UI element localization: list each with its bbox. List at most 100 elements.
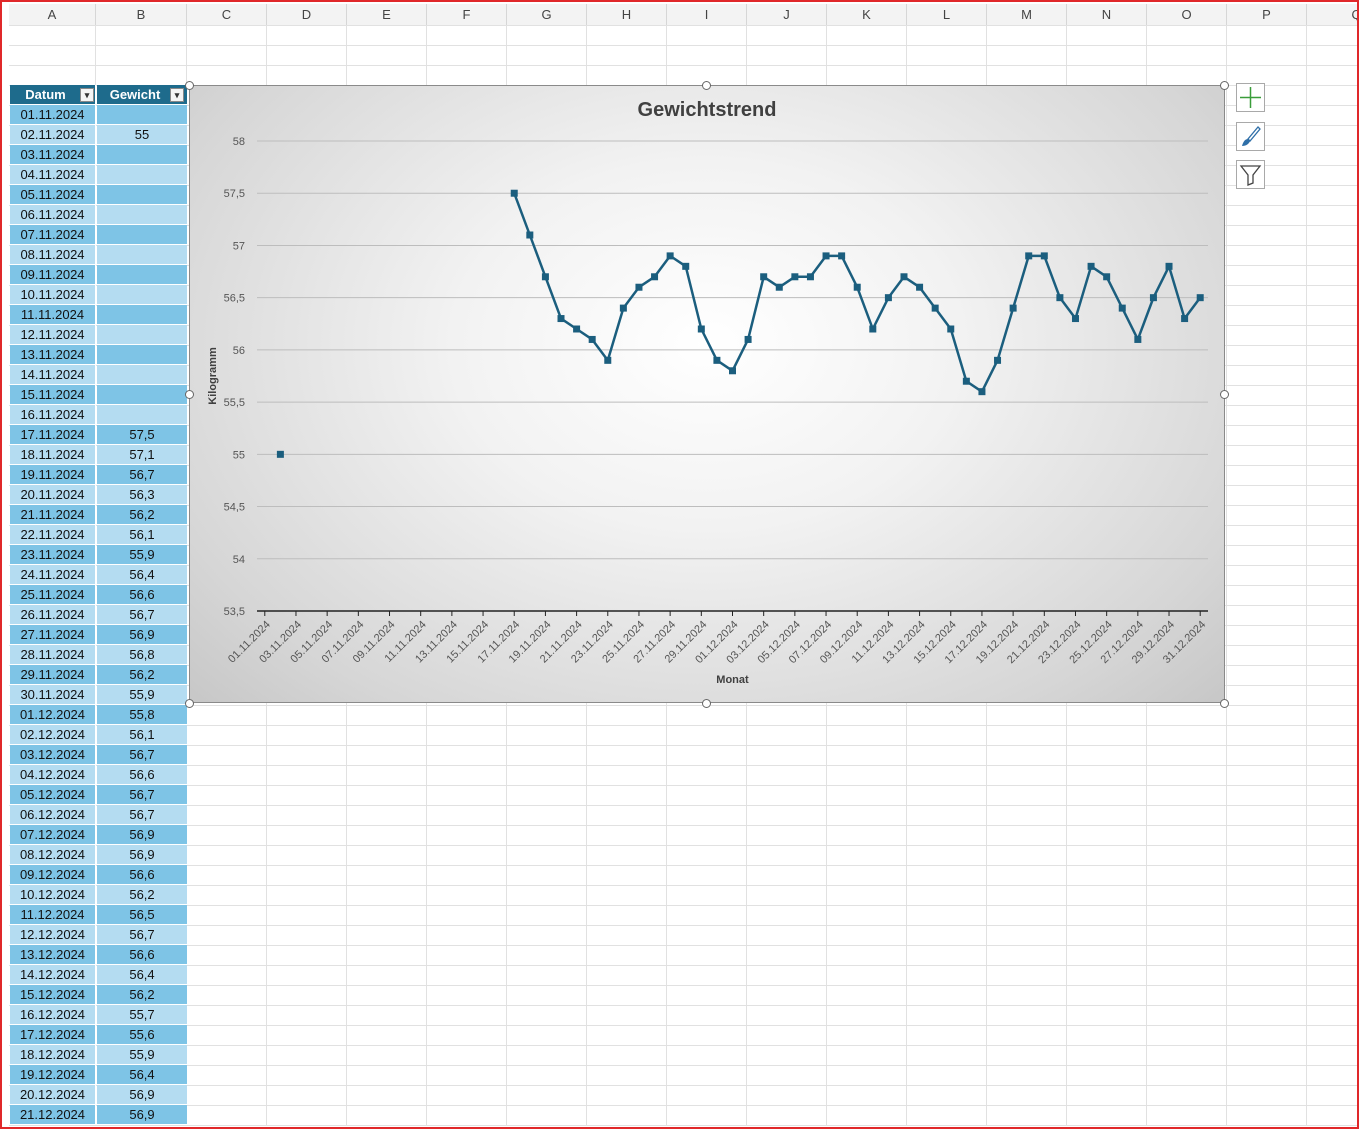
column-header-n[interactable]: N [1067,4,1147,25]
cell-datum[interactable]: 15.11.2024 [10,385,96,405]
cell-datum[interactable]: 01.12.2024 [10,705,96,725]
cell-gewicht[interactable]: 56,6 [97,865,187,885]
cell-gewicht[interactable]: 56,2 [97,505,187,525]
cell-datum[interactable]: 22.11.2024 [10,525,96,545]
cell-datum[interactable]: 01.11.2024 [10,105,96,125]
cell-datum[interactable]: 09.12.2024 [10,865,96,885]
column-header-a[interactable]: A [9,4,96,25]
cell-datum[interactable]: 10.12.2024 [10,885,96,905]
cell-gewicht[interactable] [97,185,187,205]
cell-gewicht[interactable]: 56,4 [97,965,187,985]
cell-datum[interactable]: 15.12.2024 [10,985,96,1005]
column-header-d[interactable]: D [267,4,347,25]
cell-gewicht[interactable]: 56,7 [97,805,187,825]
cell-gewicht[interactable]: 56,9 [97,1105,187,1125]
cell-datum[interactable]: 19.11.2024 [10,465,96,485]
cell-gewicht[interactable]: 56,1 [97,725,187,745]
column-header-p[interactable]: P [1227,4,1307,25]
cell-datum[interactable]: 25.11.2024 [10,585,96,605]
cell-gewicht[interactable]: 55,7 [97,1005,187,1025]
cell-datum[interactable]: 04.12.2024 [10,765,96,785]
cell-datum[interactable]: 12.11.2024 [10,325,96,345]
column-header-q[interactable]: Q [1307,4,1359,25]
column-header-h[interactable]: H [587,4,667,25]
cell-gewicht[interactable] [97,205,187,225]
cell-datum[interactable]: 26.11.2024 [10,605,96,625]
cell-datum[interactable]: 10.11.2024 [10,285,96,305]
cell-gewicht[interactable]: 55 [97,125,187,145]
cell-gewicht[interactable] [97,285,187,305]
cell-gewicht[interactable]: 55,8 [97,705,187,725]
cell-gewicht[interactable]: 56,6 [97,765,187,785]
cell-datum[interactable]: 16.12.2024 [10,1005,96,1025]
resize-handle[interactable] [1219,389,1229,399]
cell-datum[interactable]: 18.12.2024 [10,1045,96,1065]
cell-gewicht[interactable]: 55,9 [97,545,187,565]
cell-gewicht[interactable] [97,365,187,385]
resize-handle[interactable] [1219,698,1229,708]
cell-datum[interactable]: 23.11.2024 [10,545,96,565]
cell-datum[interactable]: 17.12.2024 [10,1025,96,1045]
resize-handle[interactable] [184,389,194,399]
column-header-j[interactable]: J [747,4,827,25]
cell-gewicht[interactable]: 56,6 [97,585,187,605]
cell-datum[interactable]: 27.11.2024 [10,625,96,645]
cell-datum[interactable]: 07.11.2024 [10,225,96,245]
cell-datum[interactable]: 21.12.2024 [10,1105,96,1125]
cell-datum[interactable]: 19.12.2024 [10,1065,96,1085]
cell-datum[interactable]: 29.11.2024 [10,665,96,685]
column-header-k[interactable]: K [827,4,907,25]
cell-gewicht[interactable]: 56,2 [97,665,187,685]
cell-datum[interactable]: 08.11.2024 [10,245,96,265]
column-header-i[interactable]: I [667,4,747,25]
cell-gewicht[interactable]: 56,4 [97,1065,187,1085]
cell-datum[interactable]: 13.12.2024 [10,945,96,965]
cell-gewicht[interactable]: 56,7 [97,785,187,805]
cell-datum[interactable]: 30.11.2024 [10,685,96,705]
cell-gewicht[interactable] [97,325,187,345]
resize-handle[interactable] [184,698,194,708]
cell-datum[interactable]: 13.11.2024 [10,345,96,365]
cell-gewicht[interactable]: 57,5 [97,425,187,445]
cell-datum[interactable]: 11.12.2024 [10,905,96,925]
column-header-f[interactable]: F [427,4,507,25]
cell-datum[interactable]: 06.11.2024 [10,205,96,225]
column-header-m[interactable]: M [987,4,1067,25]
cell-gewicht[interactable]: 56,1 [97,525,187,545]
cell-gewicht[interactable]: 56,9 [97,825,187,845]
column-header-b[interactable]: B [96,4,187,25]
column-header-l[interactable]: L [907,4,987,25]
resize-handle[interactable] [184,80,194,90]
cell-datum[interactable]: 24.11.2024 [10,565,96,585]
cell-gewicht[interactable]: 56,9 [97,845,187,865]
cell-datum[interactable]: 28.11.2024 [10,645,96,665]
cell-gewicht[interactable]: 56,7 [97,605,187,625]
chart-filters-button[interactable] [1236,160,1265,189]
cell-datum[interactable]: 09.11.2024 [10,265,96,285]
chart-elements-button[interactable] [1236,83,1265,112]
cell-gewicht[interactable]: 56,5 [97,905,187,925]
cell-gewicht[interactable] [97,225,187,245]
cell-gewicht[interactable]: 56,6 [97,945,187,965]
cell-gewicht[interactable]: 56,7 [97,465,187,485]
cell-gewicht[interactable]: 55,9 [97,1045,187,1065]
cell-gewicht[interactable]: 56,7 [97,745,187,765]
filter-dropdown-icon[interactable]: ▾ [170,88,184,102]
cell-gewicht[interactable]: 57,1 [97,445,187,465]
cell-gewicht[interactable]: 56,9 [97,1085,187,1105]
column-header-c[interactable]: C [187,4,267,25]
column-header-g[interactable]: G [507,4,587,25]
chart-styles-button[interactable] [1236,122,1265,151]
header-datum[interactable]: Datum ▾ [10,85,96,105]
resize-handle[interactable] [701,698,711,708]
cell-datum[interactable]: 06.12.2024 [10,805,96,825]
cell-gewicht[interactable]: 56,3 [97,485,187,505]
cell-gewicht[interactable] [97,165,187,185]
cell-datum[interactable]: 05.11.2024 [10,185,96,205]
cell-datum[interactable]: 12.12.2024 [10,925,96,945]
cell-gewicht[interactable]: 56,9 [97,625,187,645]
cell-gewicht[interactable]: 55,6 [97,1025,187,1045]
cell-datum[interactable]: 04.11.2024 [10,165,96,185]
cell-gewicht[interactable]: 55,9 [97,685,187,705]
cell-datum[interactable]: 17.11.2024 [10,425,96,445]
